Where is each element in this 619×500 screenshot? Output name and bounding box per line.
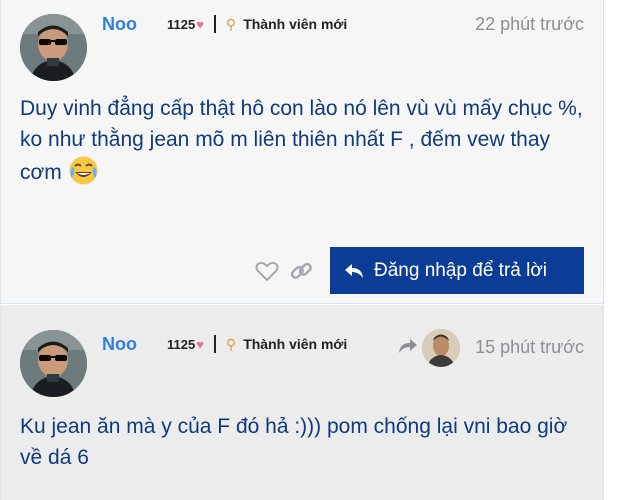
- reply-button[interactable]: Đăng nhập để trả lời: [330, 247, 584, 294]
- post-meta: Noo 1125 ♥ ⚲ Thành viên mới: [102, 332, 347, 356]
- heart-icon: ♥: [196, 16, 204, 32]
- post-meta: Noo 1125 ♥ ⚲ Thành viên mới: [102, 12, 347, 36]
- reply-to-icon: [398, 337, 418, 360]
- rank-icon: ⚲: [225, 15, 237, 32]
- post: Noo 1125 ♥ ⚲ Thành viên mới 22 phút trướ…: [0, 0, 604, 304]
- like-count: 1125: [167, 16, 196, 32]
- user-rank: Thành viên mới: [243, 336, 348, 352]
- reply-button-label: Đăng nhập để trả lời: [374, 259, 548, 281]
- post-time[interactable]: 22 phút trước: [475, 14, 584, 35]
- rank-icon: ⚲: [225, 335, 237, 352]
- divider: [213, 335, 216, 353]
- avatar[interactable]: [20, 330, 87, 397]
- username[interactable]: Noo: [102, 14, 137, 35]
- user-rank: Thành viên mới: [243, 16, 348, 32]
- heart-icon: ♥: [196, 336, 204, 352]
- username[interactable]: Noo: [102, 334, 137, 355]
- reply-icon: [345, 263, 363, 278]
- post-content: Ku jean ăn mà y của F đó hả :))) pom chố…: [20, 411, 590, 473]
- link-icon[interactable]: [288, 258, 314, 284]
- divider: [213, 15, 216, 33]
- post-text: Duy vinh đẳng cấp thật hô con lào nó lên…: [20, 97, 583, 184]
- post-time[interactable]: 15 phút trước: [475, 337, 584, 358]
- post-text: Ku jean ăn mà y của F đó hả :))) pom chố…: [20, 415, 568, 469]
- post: Noo 1125 ♥ ⚲ Thành viên mới 15 phút trướ…: [0, 305, 604, 500]
- joy-emoji: [68, 155, 99, 186]
- reply-to[interactable]: [398, 329, 460, 367]
- post-content: Duy vinh đẳng cấp thật hô con lào nó lên…: [20, 93, 590, 188]
- avatar[interactable]: [20, 14, 87, 81]
- reply-to-avatar[interactable]: [422, 329, 460, 367]
- like-count: 1125: [167, 336, 196, 352]
- post-actions: Đăng nhập để trả lời: [254, 247, 584, 294]
- like-icon[interactable]: [254, 258, 280, 284]
